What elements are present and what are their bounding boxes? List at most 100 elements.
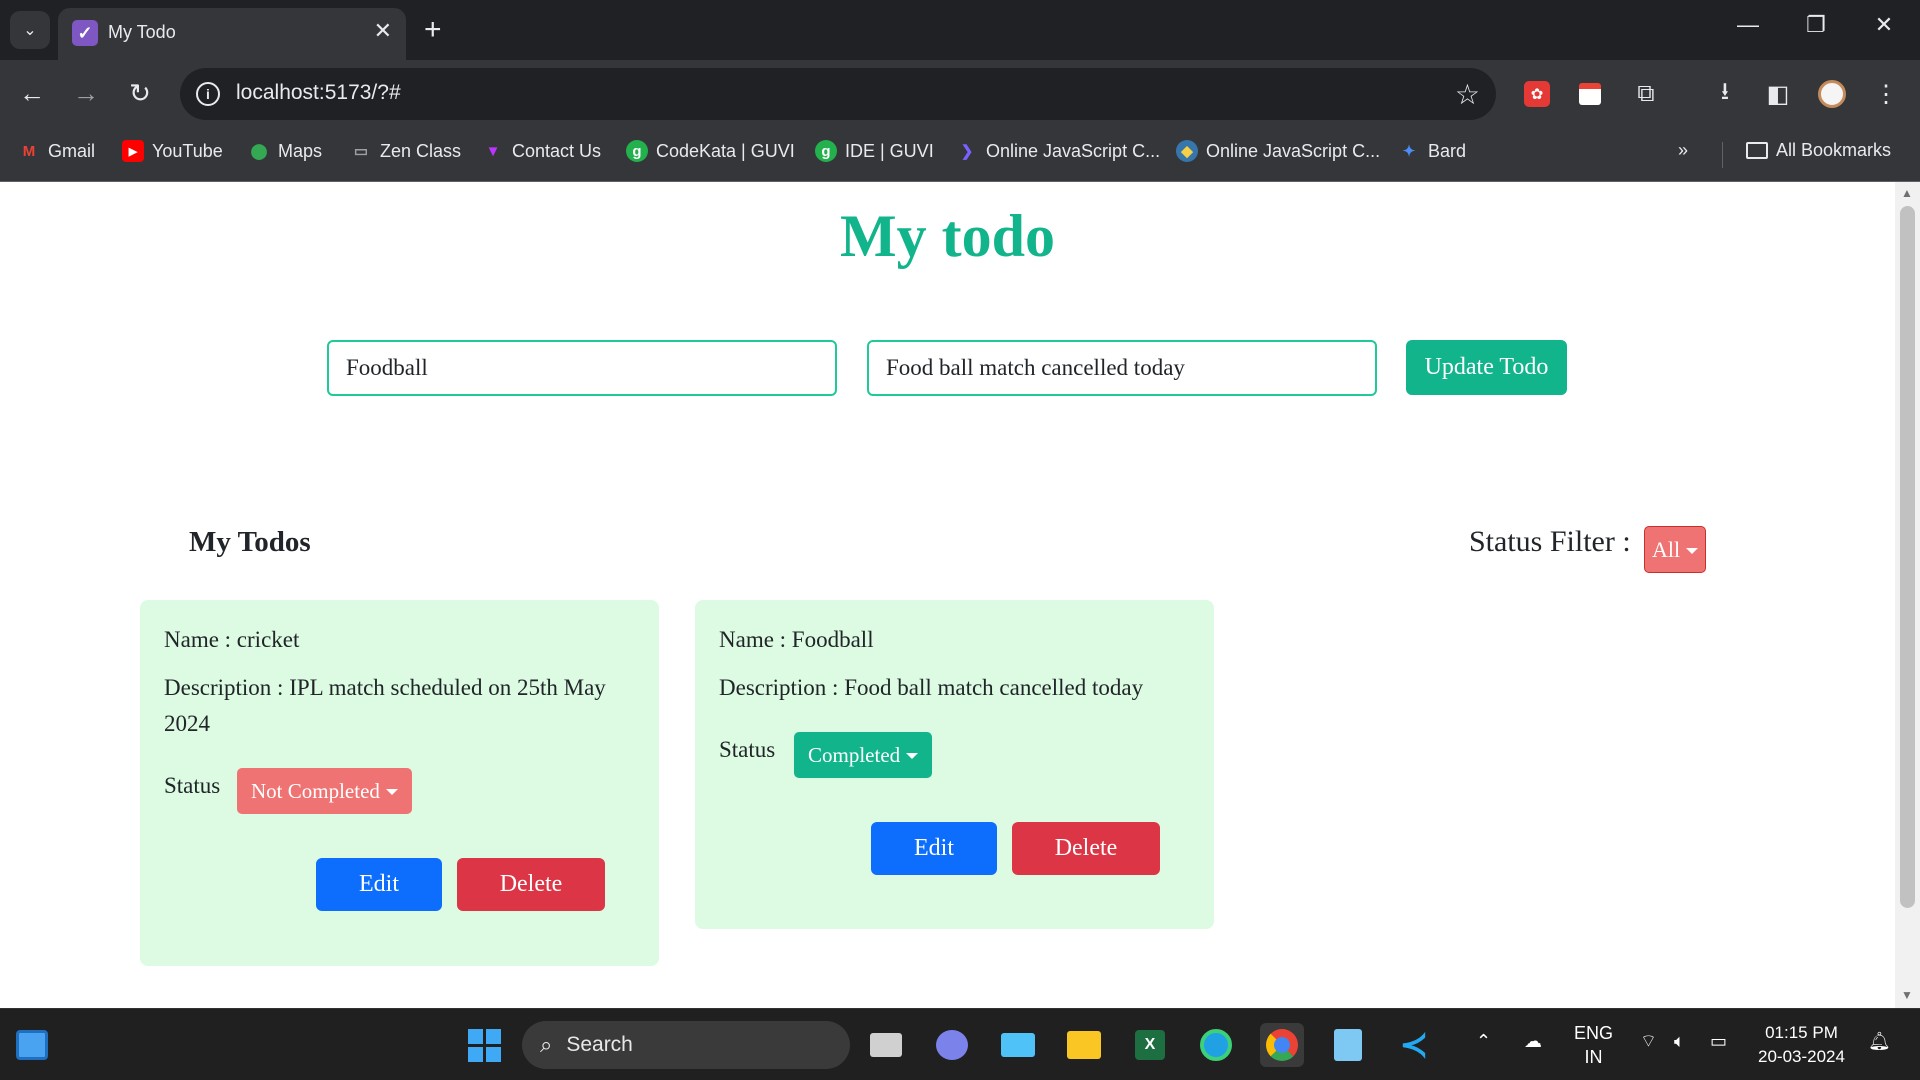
bookmark-item[interactable]: ✦ Bard [1398, 140, 1466, 162]
close-window-button[interactable]: ✕ [1864, 12, 1904, 38]
programiz-icon: ❯ [960, 143, 974, 160]
todo-favicon-icon: ✓ [72, 20, 98, 46]
bookmark-item[interactable]: ❯ Online JavaScript C... [956, 140, 1160, 162]
language-code: ENG [1574, 1023, 1614, 1043]
taskbar-search-box[interactable]: ⌕ Search [522, 1021, 850, 1069]
new-tab-button[interactable]: + [424, 12, 442, 48]
download-icon[interactable]: ⭳ [1709, 78, 1741, 110]
site-info-icon[interactable]: i [196, 82, 220, 106]
notepad-icon[interactable] [1326, 1023, 1370, 1067]
edge-browser-icon[interactable] [1194, 1023, 1238, 1067]
minimize-window-button[interactable]: — [1728, 12, 1768, 38]
todo-description: Description : Food ball match cancelled … [719, 675, 1144, 700]
vscode-icon[interactable]: ≺ [1392, 1023, 1436, 1067]
excel-icon[interactable]: X [1128, 1023, 1172, 1067]
clock-time: 01:15 PM [1765, 1023, 1838, 1042]
bookmark-label: Maps [278, 140, 323, 161]
onedrive-cloud-icon[interactable]: ☁ [1524, 1029, 1542, 1053]
browser-tab-active[interactable]: ✓ My Todo ✕ [58, 8, 406, 60]
todo-status-value: Not Completed [251, 778, 380, 803]
bookmark-item[interactable]: ◆ Online JavaScript C... [1176, 140, 1380, 162]
caret-down-icon [906, 753, 919, 759]
folder-icon [1746, 142, 1768, 159]
edit-button[interactable]: Edit [871, 822, 997, 875]
bookmark-item[interactable]: ▭ Zen Class [350, 140, 461, 162]
all-bookmarks-button[interactable]: All Bookmarks [1746, 140, 1891, 161]
bookmark-star-icon[interactable]: ☆ [1455, 78, 1480, 111]
delete-button[interactable]: Delete [1012, 822, 1160, 875]
file-explorer-icon[interactable] [1062, 1023, 1106, 1067]
more-bookmarks-chevron-icon[interactable]: » [1678, 140, 1688, 161]
status-filter-dropdown[interactable]: All [1644, 526, 1706, 573]
todo-status-dropdown[interactable]: Not Completed [237, 768, 412, 814]
bookmark-item[interactable]: M Gmail [18, 140, 95, 162]
update-todo-button[interactable]: Update Todo [1406, 340, 1567, 395]
extensions-puzzle-icon[interactable]: ⧉ [1630, 78, 1662, 110]
notification-bell-icon[interactable]: 🔔︎ [1868, 1029, 1891, 1053]
todo-description-input[interactable] [867, 340, 1377, 396]
gmail-icon: M [22, 142, 36, 160]
side-panel-icon[interactable]: ◧ [1762, 78, 1794, 110]
profile-avatar[interactable] [1816, 78, 1848, 110]
show-hidden-icons-chevron-icon[interactable]: ⌃ [1476, 1029, 1491, 1053]
forward-arrow-icon[interactable]: → [68, 76, 104, 110]
bookmark-label: CodeKata | GUVI [656, 140, 795, 161]
battery-icon[interactable]: ▭ [1710, 1029, 1727, 1053]
teams-chat-icon[interactable] [930, 1023, 974, 1067]
caret-down-icon [1686, 547, 1699, 554]
edit-button[interactable]: Edit [316, 858, 442, 911]
windows-start-icon[interactable] [462, 1023, 506, 1067]
region-code: IN [1584, 1047, 1603, 1067]
bookmarks-bar: M Gmail ▶ YouTube ⬤ Maps ▭ Zen Class ▼ C… [0, 128, 1920, 182]
maps-icon: ⬤ [250, 143, 268, 160]
bookmark-item[interactable]: ▶ YouTube [122, 140, 223, 162]
bookmark-item[interactable]: ⬤ Maps [248, 140, 322, 162]
caret-down-icon [385, 789, 398, 795]
keyboard-app-icon[interactable] [996, 1023, 1040, 1067]
search-icon: ⌕ [540, 1032, 553, 1057]
clock[interactable]: 01:15 PM 20-03-2024 [1758, 1021, 1845, 1069]
page-title: My todo [840, 203, 1055, 269]
bookmark-label: YouTube [152, 140, 223, 161]
windows-taskbar: ⌕ Search X ≺ ⌃ ☁ ENG IN ⌔ 🔈︎ ▭ 01:15 PM … [0, 1008, 1920, 1080]
page-scrollbar[interactable]: ▲ ▼ [1895, 182, 1920, 1008]
todo-name-input[interactable] [327, 340, 837, 396]
bookmark-item[interactable]: ▼ Contact Us [482, 140, 601, 162]
guvi-icon: g [815, 140, 837, 162]
guvi-icon: g [626, 140, 648, 162]
language-indicator[interactable]: ENG IN [1574, 1021, 1613, 1069]
bard-icon: ✦ [1402, 143, 1416, 160]
address-bar[interactable]: i localhost:5173/?# ☆ [180, 68, 1496, 120]
restore-window-button[interactable]: ❐ [1796, 12, 1836, 38]
url-text[interactable]: localhost:5173/?# [236, 81, 401, 105]
chevron-down-icon: ⌄ [23, 22, 37, 39]
scroll-down-arrow-icon[interactable]: ▼ [1901, 988, 1913, 1002]
todo-status-value: Completed [808, 742, 901, 767]
task-view-icon[interactable] [864, 1023, 908, 1067]
wifi-icon[interactable]: ⌔ [1640, 1029, 1657, 1053]
extension-calendar-icon[interactable] [1574, 78, 1606, 110]
status-filter-label: Status Filter : [1469, 525, 1631, 558]
back-arrow-icon[interactable]: ← [14, 76, 50, 110]
todo-status-dropdown[interactable]: Completed [794, 732, 933, 778]
delete-button[interactable]: Delete [457, 858, 605, 911]
scrollbar-thumb[interactable] [1900, 206, 1915, 908]
widgets-icon[interactable] [10, 1023, 54, 1067]
tab-search-button[interactable]: ⌄ [10, 11, 50, 49]
scroll-up-arrow-icon[interactable]: ▲ [1901, 186, 1913, 200]
section-title: My Todos [189, 526, 311, 558]
vite-icon: ▼ [485, 142, 501, 160]
menu-kebab-icon[interactable]: ⋮ [1870, 78, 1902, 110]
bookmark-item[interactable]: g IDE | GUVI [815, 140, 934, 162]
chrome-browser-icon[interactable] [1260, 1023, 1304, 1067]
volume-icon[interactable]: 🔈︎ [1674, 1029, 1685, 1053]
bookmark-item[interactable]: g CodeKata | GUVI [626, 140, 795, 162]
bookmark-label: Gmail [48, 140, 96, 161]
close-tab-icon[interactable]: ✕ [374, 18, 392, 44]
reload-icon[interactable]: ↻ [122, 76, 158, 110]
extension-icon[interactable]: ✿ [1521, 78, 1553, 110]
todo-card: Name : Foodball Description : Food ball … [695, 600, 1214, 929]
todo-status-label: Status [164, 773, 221, 798]
todo-status-label: Status [719, 737, 776, 762]
todo-card: Name : cricket Description : IPL match s… [140, 600, 659, 966]
